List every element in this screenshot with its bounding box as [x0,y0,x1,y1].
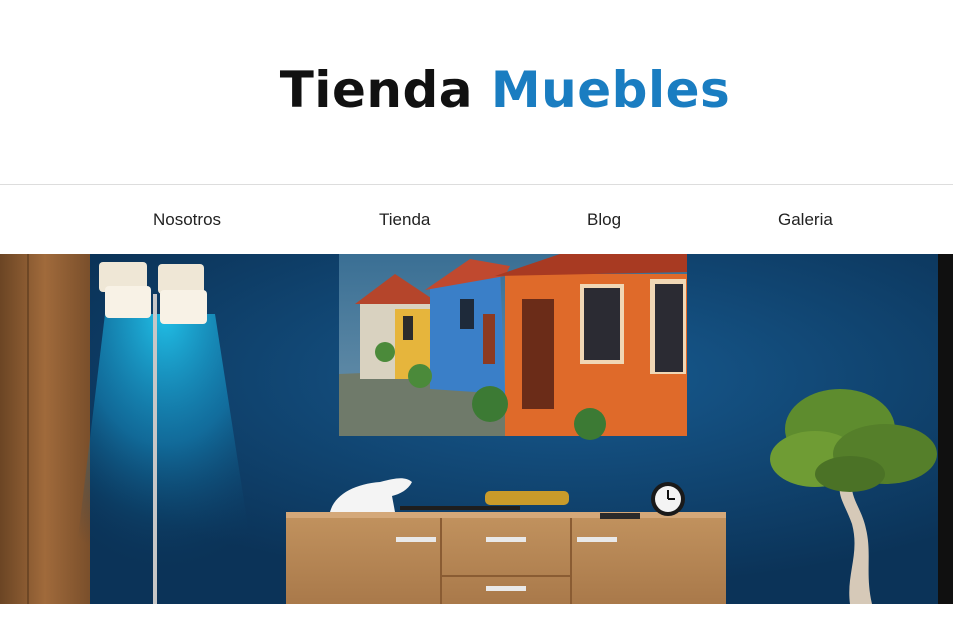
living-room-image [0,254,953,604]
main-nav: Nosotros Tienda Blog Galeria [0,184,953,254]
painting-icon [339,254,687,440]
nav-item-blog[interactable]: Blog [587,209,621,231]
logo-text-accent: Muebles [490,61,731,119]
site-logo[interactable]: Tienda Muebles [0,58,953,122]
sideboard-cabinet-icon [286,512,726,604]
hero-banner [0,254,953,604]
site-header: Tienda Muebles [0,0,953,184]
nav-item-tienda[interactable]: Tienda [379,209,430,231]
clock-icon [651,482,685,516]
nav-item-nosotros[interactable]: Nosotros [153,209,221,231]
logo-text-primary: Tienda [279,61,473,119]
nav-item-galeria[interactable]: Galeria [778,209,833,231]
